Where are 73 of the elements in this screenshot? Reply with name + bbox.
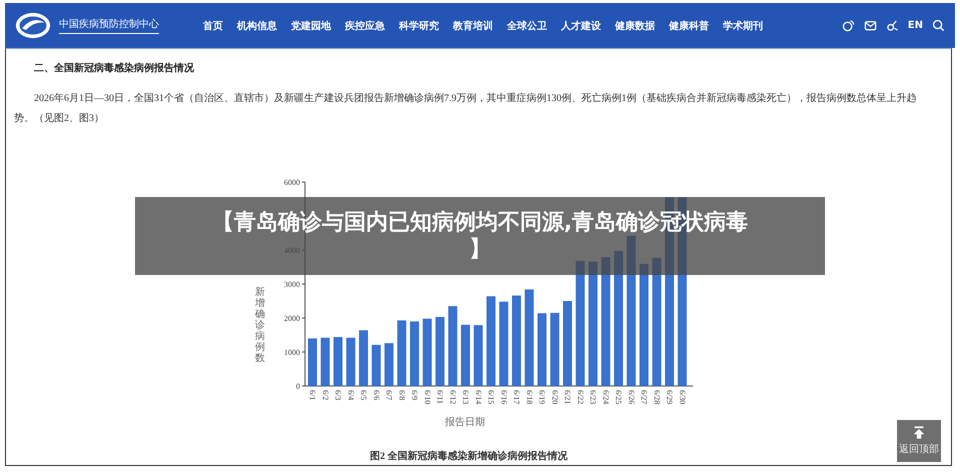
bar [384,343,394,386]
bar [422,318,432,386]
section-heading: 二、全国新冠病毒感染病例报告情况 [34,61,195,75]
up-arrow-icon [912,426,926,439]
x-tick-label: 6/22 [576,390,585,404]
bar [372,344,381,386]
figure-caption: 图2 全国新冠病毒感染新增确诊病例报告情况 [370,449,568,463]
x-tick-label: 6/11 [436,390,444,404]
nav-link[interactable]: 机构信息 [237,18,277,32]
y-tick-label: 3000 [284,280,300,289]
logo-icon [15,12,51,39]
x-tick-label: 6/20 [550,390,560,404]
bar [334,337,342,386]
nav-link[interactable]: 教育培训 [453,18,493,32]
x-tick-label: 6/14 [474,390,483,404]
y-tick-label: 1000 [284,348,300,357]
bar [461,324,470,386]
x-tick-label: 6/13 [461,390,470,404]
x-tick-label: 6/27 [640,390,648,404]
x-tick-label: 6/25 [614,390,623,404]
x-tick-label: 6/28 [652,390,662,404]
x-tick-label: 6/17 [512,390,521,404]
x-tick-label: 6/16 [499,390,508,404]
x-tick-label: 6/7 [384,390,394,400]
bar [410,321,419,386]
x-tick-label: 6/23 [588,390,598,404]
bar [397,320,406,386]
x-tick-label: 6/21 [563,390,572,404]
x-tick-label: 6/5 [359,390,368,400]
bar [359,330,368,386]
language-link[interactable]: EN [908,20,923,31]
x-tick-label: 6/8 [397,390,406,400]
x-tick-label: 6/9 [410,390,419,400]
nav-link[interactable]: 疾控应急 [345,18,385,32]
x-tick-label: 6/6 [372,390,381,400]
y-tick-label: 6000 [284,178,300,187]
back-to-top-button[interactable]: 返回顶部 [897,420,941,462]
nav-link[interactable]: 党建园地 [291,18,331,32]
y-tick-label: 2000 [284,314,300,323]
x-tick-label: 6/15 [486,390,496,404]
nav-link[interactable]: 科学研究 [399,18,439,32]
organization-name[interactable]: 中国疾病预防控制中心 [59,17,159,34]
nav-link[interactable]: 健康科普 [669,18,709,32]
bar [346,338,356,386]
x-tick-label: 6/29 [665,390,674,404]
y-tick-label: 0 [296,382,300,391]
bar [436,316,444,386]
headline-text: 】 [469,236,491,263]
bar [320,338,330,386]
nav-link[interactable]: 全球公卫 [507,18,547,32]
x-tick-label: 6/12 [448,390,458,404]
mail-icon[interactable] [864,19,877,32]
x-tick-label: 6/2 [320,390,330,400]
search-icon[interactable] [932,19,945,32]
x-tick-label: 6/4 [346,390,356,400]
x-tick-label: 6/26 [626,390,636,404]
x-tick-label: 6/3 [334,390,342,400]
report-paragraph: 2026年6月1日—30日，全国31个省（自治区、直辖市）及新疆生产建设兵团报告新增确诊病例7.9万例，其中重症病例130例、死亡病例1例（基础疾病合并新冠病毒感染死亡），报告病例数总体呈上升趋势。（见图2、图3） [14,92,918,126]
bar [308,338,317,386]
x-tick-label: 6/24 [601,390,610,404]
nav-link[interactable]: 首页 [203,18,223,32]
x-tick-label: 6/30 [678,390,687,404]
x-axis-title: 报告日期 [445,416,486,429]
x-tick-label: 6/19 [538,390,546,404]
x-tick-label: 6/1 [308,390,317,400]
nav-link[interactable]: 人才建设 [561,18,601,32]
nav-link[interactable]: 健康数据 [615,18,655,32]
x-tick-label: 6/10 [422,390,432,404]
y-axis-title: 新增确诊病例数 [255,287,265,364]
x-tick-label: 6/18 [524,390,534,404]
headline-text: 【青岛确诊与国内已知病例均不同源,青岛确诊冠状病毒 [212,209,748,236]
bar [474,325,483,386]
nav-link[interactable]: 学术期刊 [723,18,763,32]
